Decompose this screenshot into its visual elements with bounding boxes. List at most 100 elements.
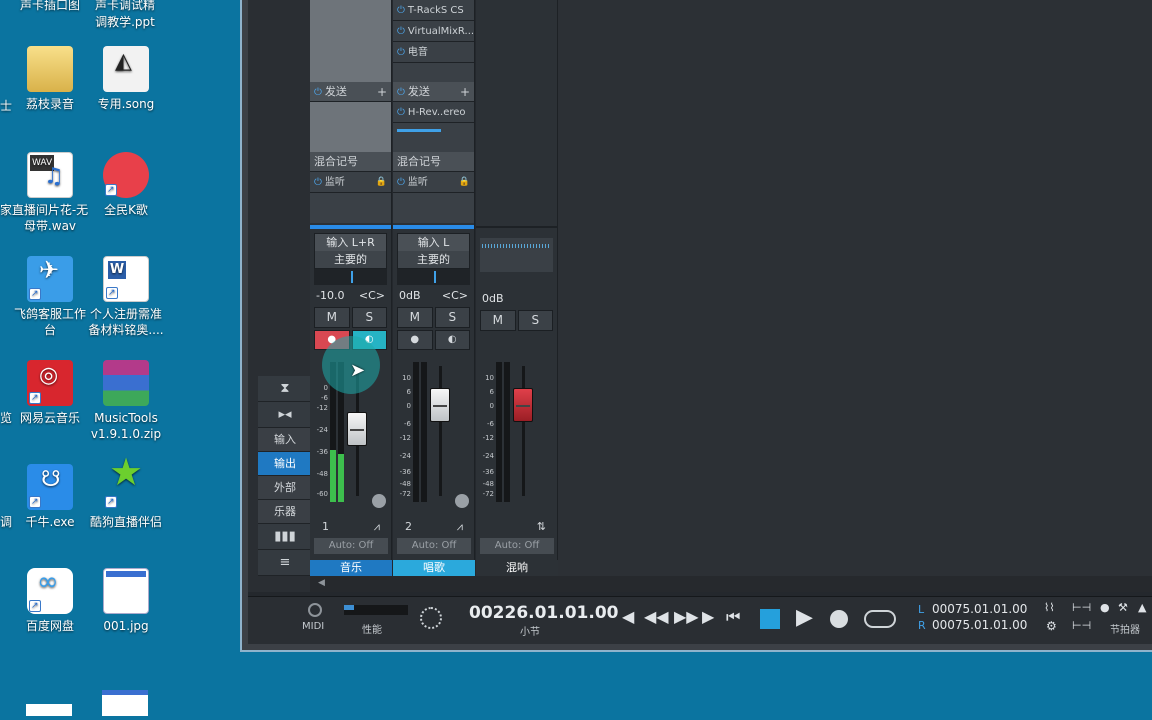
monitor-row[interactable]: ⏻ 监听 🔒 [393, 172, 474, 193]
nav-output[interactable]: 输出 [258, 452, 312, 476]
timing-icon[interactable]: ⊢⊣ [1072, 619, 1091, 632]
insert-item[interactable]: ⏻ 电音 [393, 42, 474, 63]
desktop-icon-kge[interactable]: 全民K歌 [86, 152, 166, 218]
volume-fader[interactable] [513, 388, 533, 422]
volume-fader[interactable] [347, 412, 367, 446]
desktop-icon-zip[interactable]: MusicTools v1.9.1.0.zip [86, 360, 166, 442]
volume-fader[interactable] [430, 388, 450, 422]
desktop-icon-qianniu[interactable]: ☋ 千牛.exe [10, 464, 90, 530]
desktop-icon-baidu[interactable]: ∞ 百度网盘 [10, 568, 90, 634]
waveform-icon[interactable]: ⩘ [374, 518, 380, 536]
power-icon[interactable]: ⏻ [314, 177, 322, 188]
insert-item[interactable]: ⏻ T-RackS CS [393, 0, 474, 21]
fx-top-empty [476, 0, 557, 228]
insert-area-empty [310, 0, 391, 82]
sync-icon[interactable] [420, 607, 442, 629]
stop-button[interactable] [760, 609, 780, 629]
loop-button[interactable] [864, 610, 896, 628]
channel-name[interactable]: 唱歌 [393, 560, 475, 576]
mute-button[interactable]: M [480, 310, 516, 331]
return-zero-icon[interactable]: ⏮ [726, 607, 740, 627]
monitor-row[interactable]: ⏻ 监听 🔒 [310, 172, 391, 193]
solo-button[interactable]: S [351, 307, 387, 328]
add-send-icon[interactable]: + [460, 82, 470, 102]
routing-icon[interactable]: ⇅ [537, 518, 546, 536]
bars-icon[interactable]: ▮▮▮ [258, 524, 312, 550]
power-icon[interactable]: ⏻ [397, 26, 405, 37]
desktop-icon-wav[interactable]: WAV ♫ 直播间片花-无母带.wav [10, 152, 90, 234]
wrench-icon[interactable]: ⚒ [1118, 601, 1128, 614]
forward-end-icon[interactable]: ▶ [702, 607, 714, 626]
desktop-icon-kugou[interactable]: ★ 酷狗直播伴侣 [86, 453, 166, 530]
record-button[interactable] [830, 610, 848, 628]
nav-external[interactable]: 外部 [258, 476, 312, 500]
nav-instrument[interactable]: 乐器 [258, 500, 312, 524]
pan-knob-icon[interactable] [455, 494, 469, 508]
solo-button[interactable]: S [517, 310, 553, 331]
power-icon[interactable]: ⏻ [314, 87, 322, 98]
loop-left-value[interactable]: 00075.01.01.00 [932, 602, 1027, 616]
channel-name[interactable]: 混响 [476, 560, 558, 576]
automation-button[interactable]: Auto: Off [314, 538, 388, 554]
desktop-icon-folder[interactable]: 荔枝录音 [10, 46, 90, 112]
menu-lines-icon[interactable]: ≡ [258, 550, 312, 576]
pan-slider[interactable] [397, 269, 470, 285]
horizontal-scrollbar[interactable]: ◀ [310, 576, 1152, 592]
automation-button[interactable]: Auto: Off [397, 538, 471, 554]
desktop-icon-song[interactable]: ◭ 专用.song [86, 46, 166, 112]
gear-icon[interactable]: ⚙ [1046, 619, 1057, 633]
desktop-icon-netease[interactable]: ◎ 网易云音乐 [10, 360, 90, 426]
precount-icon[interactable]: ⌇⌇ [1044, 601, 1055, 614]
power-icon[interactable]: ⏻ [397, 47, 405, 58]
record-arm-button[interactable]: ● [397, 330, 433, 350]
fast-forward-icon[interactable]: ▶▶ [674, 607, 699, 626]
channel-name[interactable]: 音乐 [310, 560, 392, 576]
nav-input[interactable]: 输入 [258, 428, 312, 452]
scroll-left-icon[interactable]: ◀ [318, 578, 325, 588]
baidu-netdisk-icon: ∞ [27, 568, 73, 614]
add-send-icon[interactable]: + [377, 82, 387, 102]
output-route[interactable]: 主要的 [315, 251, 386, 268]
output-route[interactable]: 主要的 [398, 251, 469, 268]
loop-right-label: R [918, 619, 926, 632]
power-icon[interactable]: ⏻ [397, 177, 405, 188]
power-icon[interactable]: ⏻ [397, 107, 405, 118]
play-button[interactable]: ▶ [796, 605, 813, 630]
input-route[interactable]: 输入 L+R [315, 234, 386, 251]
power-icon[interactable]: ⏻ [397, 87, 405, 98]
position-unit: 小节 [520, 627, 540, 638]
metronome-icon[interactable]: ▲ [1138, 601, 1146, 614]
collapse-arrow-icon[interactable]: ⧗ [258, 376, 312, 402]
punch-icon[interactable]: ⊢⊣ [1072, 601, 1091, 614]
desktop-icon-jpg[interactable]: 001.jpg [86, 568, 166, 634]
rewind-icon[interactable]: ◀◀ [644, 607, 669, 626]
automation-button[interactable]: Auto: Off [480, 538, 554, 554]
send-level-bar[interactable] [393, 123, 474, 152]
pan-value: <C> [358, 289, 385, 302]
solo-button[interactable]: S [434, 307, 470, 328]
mute-button[interactable]: M [314, 307, 350, 328]
monitor-button[interactable]: ◐ [434, 330, 470, 350]
pan-value: <C> [441, 289, 468, 302]
waveform-icon[interactable]: ⩘ [457, 518, 463, 536]
pan-slider[interactable] [314, 269, 387, 285]
volume-value: 0dB [399, 289, 421, 302]
mute-button[interactable]: M [397, 307, 433, 328]
sends-header[interactable]: ⏻ 发送 + [310, 82, 391, 102]
position-display[interactable]: 00226.01.01.00 [469, 603, 619, 623]
desktop-icon-word[interactable]: W 个人注册需准备材料铭奥.... [86, 256, 166, 338]
pan-knob-icon[interactable] [372, 494, 386, 508]
rewind-start-icon[interactable]: ◀ [622, 607, 634, 626]
sends-header[interactable]: ⏻ 发送 + [393, 82, 474, 102]
power-icon[interactable]: ⏻ [397, 5, 405, 16]
db-scale: 0 -6 -12 -24 -36 -48 -60 [316, 384, 328, 498]
insert-item[interactable]: ⏻ VirtualMixR... [393, 21, 474, 42]
routing-box[interactable]: 输入 L 主要的 [397, 233, 470, 269]
send-item[interactable]: ⏻ H-Rev..ereo [393, 102, 474, 123]
expand-arrows-icon[interactable]: ▸◂ [258, 402, 312, 428]
loop-right-value[interactable]: 00075.01.01.00 [932, 618, 1027, 632]
routing-box[interactable]: 输入 L+R 主要的 [314, 233, 387, 269]
input-route[interactable]: 输入 L [398, 234, 469, 251]
desktop-icon-feige[interactable]: ✈ 飞鸽客服工作台 [10, 256, 90, 338]
metronome-dot-icon[interactable]: ● [1100, 601, 1110, 614]
